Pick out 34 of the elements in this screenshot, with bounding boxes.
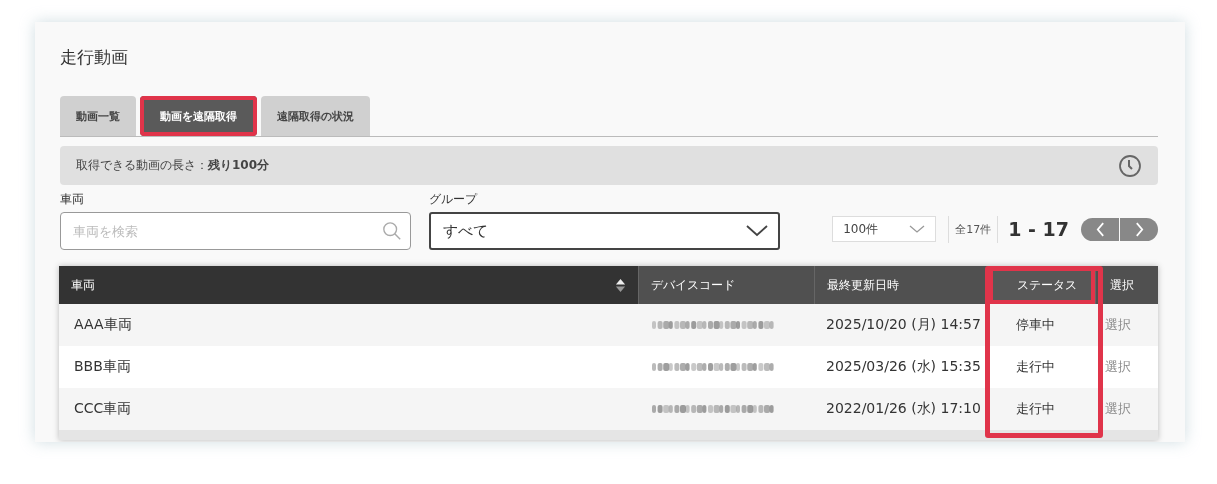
field-label: 車両 [60, 191, 85, 208]
page-range: 1 - 17 [1008, 218, 1069, 240]
table-cell-text: 走行中 [1015, 358, 1056, 376]
next-page-button[interactable] [1120, 217, 1158, 241]
chevron-down-icon [909, 225, 926, 233]
table-cell-text: CCC車両 [73, 399, 133, 418]
table-cell-text: 2025/03/26 (水) 15:35 [825, 357, 982, 376]
table-cell-text: 2025/10/20 (月) 14:57 [825, 315, 982, 334]
table-cell-text: AAA車両 [73, 315, 133, 334]
table-cell-text: 停車中 [1015, 316, 1056, 334]
search-icon[interactable] [382, 221, 402, 241]
table-cell-text: BBB車両 [73, 357, 132, 376]
column-header[interactable]: 車両 [59, 266, 638, 304]
chevron-right-icon [1134, 221, 1144, 237]
previous-page-button[interactable] [1081, 217, 1119, 241]
select-link[interactable]: 選択 [1095, 388, 1158, 430]
search-field[interactable]: 車両を検索 [60, 212, 411, 250]
group-select[interactable]: すべて [429, 212, 780, 250]
table-cell-text: 2022/01/26 (水) 17:10 [825, 399, 982, 418]
sort-icon[interactable] [615, 277, 626, 293]
table-cell-text: 走行中 [1015, 400, 1056, 418]
field-label: グループ [429, 191, 479, 208]
page-title: 走行動画 [60, 46, 129, 69]
select-link[interactable]: 選択 [1095, 304, 1158, 346]
per-page-select[interactable]: 100件 [832, 216, 937, 242]
clock-icon[interactable] [1118, 153, 1142, 178]
chevron-down-icon [746, 225, 768, 237]
tab[interactable]: 動画一覧 [60, 96, 136, 136]
total-count: 全17件 [948, 215, 999, 243]
select-link[interactable]: 選択 [1095, 346, 1158, 388]
tab[interactable]: 遠隔取得の状況 [261, 96, 370, 136]
tab[interactable]: 動画を遠隔取得 [140, 96, 257, 136]
chevron-left-icon [1095, 221, 1105, 237]
info-text: 取得できる動画の長さ：残り100分 [76, 157, 270, 174]
